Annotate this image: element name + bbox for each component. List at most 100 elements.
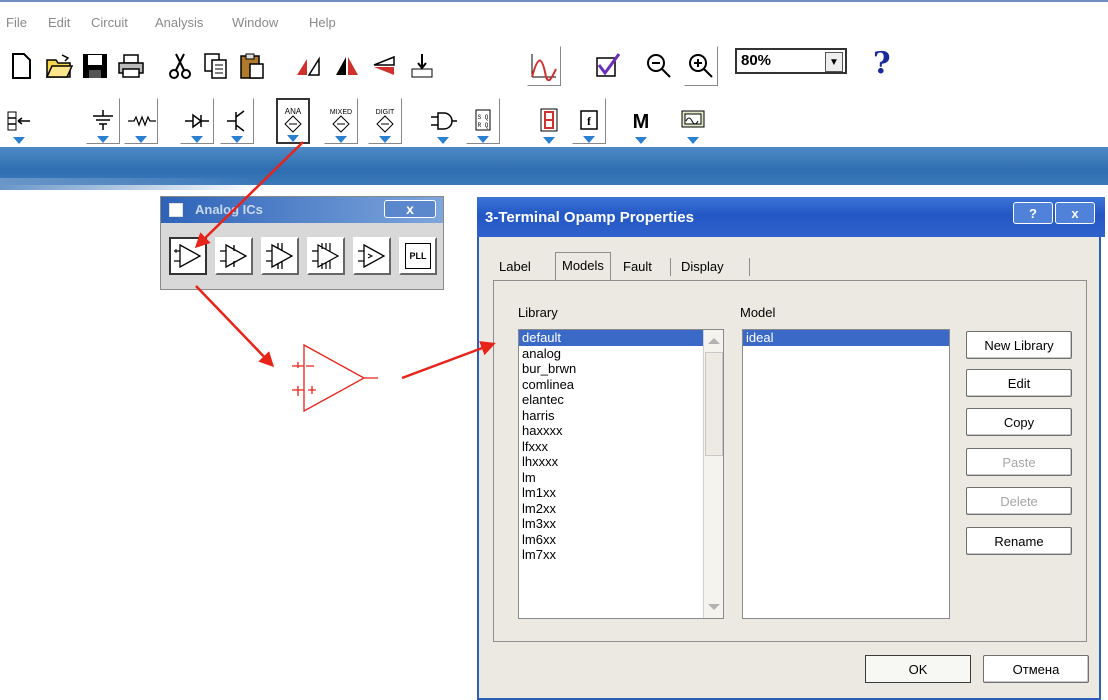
digital-icon[interactable]: S QR Q [466, 98, 500, 144]
opamp-5-terminal-icon[interactable] [215, 237, 253, 275]
main-toolbar [0, 46, 1108, 86]
help-icon[interactable]: ? [1013, 202, 1053, 224]
menu-analysis[interactable]: Analysis [155, 15, 203, 30]
indicators-icon[interactable] [532, 98, 566, 144]
controls-icon[interactable]: f [572, 98, 606, 144]
close-icon[interactable]: x [1055, 202, 1095, 224]
library-item[interactable]: elantec [519, 392, 723, 408]
menu-window[interactable]: Window [232, 15, 278, 30]
opamp-symbol [292, 343, 378, 413]
dialog-titlebar: 3-Terminal Opamp Properties ? x [477, 197, 1105, 237]
library-scrollbar[interactable] [703, 330, 723, 618]
logic-gates-icon[interactable] [426, 98, 460, 144]
library-item[interactable]: lm3xx [519, 516, 723, 532]
ok-button[interactable]: OK [865, 655, 971, 683]
save-icon[interactable] [78, 46, 112, 86]
library-item[interactable]: bur_brwn [519, 361, 723, 377]
transistors-icon[interactable] [220, 98, 254, 144]
scroll-down-icon[interactable] [708, 604, 720, 610]
instruments-icon[interactable] [676, 98, 710, 144]
zoom-value: 80% [741, 52, 772, 69]
new-library-button[interactable]: New Library [966, 331, 1072, 359]
tab-label[interactable]: Label [493, 254, 537, 280]
chevron-down-icon[interactable]: ▼ [825, 52, 843, 72]
cancel-button[interactable]: Отмена [983, 655, 1089, 683]
print-icon[interactable] [114, 46, 148, 86]
analog-ics-title: Analog ICs [195, 202, 263, 217]
help-button[interactable]: ? [873, 46, 891, 81]
graph-icon[interactable] [527, 46, 561, 86]
band-gradient [0, 178, 260, 190]
window-top-edge [0, 0, 1108, 2]
tab-display[interactable]: Display [675, 254, 730, 280]
tab-fault[interactable]: Fault [617, 254, 658, 280]
parts-toolbar: ANA MIXED DIGIT S QR Q f M [0, 98, 1108, 146]
library-item[interactable]: haxxxx [519, 423, 723, 439]
mixed-ics-icon[interactable]: MIXED [324, 98, 358, 144]
library-item[interactable]: default [519, 330, 703, 346]
scroll-thumb[interactable] [705, 352, 723, 456]
digital-ics-icon[interactable]: DIGIT [368, 98, 402, 144]
comparator-icon[interactable] [353, 237, 391, 275]
opamp-9-terminal-icon[interactable] [307, 237, 345, 275]
miscellaneous-icon[interactable]: M [624, 98, 658, 144]
paste-button[interactable]: Paste [966, 448, 1072, 476]
menu-circuit[interactable]: Circuit [91, 15, 128, 30]
arrow-to-opamp-symbol [195, 285, 275, 368]
zoom-select[interactable]: 80% ▼ [735, 48, 847, 74]
library-item[interactable]: lfxxx [519, 439, 723, 455]
rename-button[interactable]: Rename [966, 527, 1072, 555]
copy-button[interactable]: Copy [966, 408, 1072, 436]
delete-button[interactable]: Delete [966, 487, 1072, 515]
svg-text:S Q: S Q [478, 114, 489, 121]
library-item[interactable]: comlinea [519, 377, 723, 393]
library-item[interactable]: lm7xx [519, 547, 723, 563]
model-list: ideal [743, 330, 949, 346]
sources-icon[interactable] [86, 98, 120, 144]
model-label: Model [740, 305, 776, 320]
probe-icon[interactable] [2, 98, 36, 144]
zoom-out-icon[interactable] [642, 46, 676, 86]
tab-models[interactable]: Models [555, 252, 611, 280]
menu-help[interactable]: Help [309, 15, 336, 30]
opamp-3-terminal-icon[interactable] [169, 237, 207, 275]
diodes-icon[interactable] [180, 98, 214, 144]
library-list: default analog bur_brwn comlinea elantec harr… [519, 330, 723, 563]
zoom-in-icon[interactable] [684, 46, 718, 86]
component-properties-icon[interactable] [405, 46, 439, 86]
library-listbox[interactable]: default analog bur_brwn comlinea elantec harr… [518, 329, 724, 619]
cut-icon[interactable] [163, 46, 197, 86]
model-listbox[interactable]: ideal [742, 329, 950, 619]
library-item[interactable]: analog [519, 346, 723, 362]
opamp-properties-dialog: 3-Terminal Opamp Properties ? x Label Mo… [477, 197, 1105, 700]
tab-separator [749, 258, 750, 276]
rotate-icon[interactable] [291, 46, 325, 86]
pll-label: PLL [405, 243, 431, 269]
flip-horizontal-icon[interactable] [330, 46, 364, 86]
paste-icon[interactable] [235, 46, 269, 86]
menu-file[interactable]: File [6, 15, 27, 30]
open-folder-icon[interactable] [42, 46, 76, 86]
library-item[interactable]: lm6xx [519, 532, 723, 548]
library-label: Library [518, 305, 558, 320]
opamp-7-terminal-icon[interactable] [261, 237, 299, 275]
library-item[interactable]: lm [519, 470, 723, 486]
copy-icon[interactable] [199, 46, 233, 86]
new-file-icon[interactable] [4, 46, 38, 86]
svg-text:R Q: R Q [478, 122, 489, 129]
analog-ics-icon[interactable]: ANA [276, 98, 310, 144]
library-item[interactable]: lm1xx [519, 485, 723, 501]
close-icon[interactable]: x [384, 200, 436, 218]
basic-icon[interactable] [124, 98, 158, 144]
edit-button[interactable]: Edit [966, 369, 1072, 397]
library-item[interactable]: harris [519, 408, 723, 424]
digit-label: DIGIT [376, 109, 395, 116]
scroll-up-icon[interactable] [708, 338, 720, 344]
flip-vertical-icon[interactable] [366, 46, 400, 86]
pll-icon[interactable]: PLL [399, 237, 437, 275]
library-item[interactable]: lhxxxx [519, 454, 723, 470]
menu-edit[interactable]: Edit [48, 15, 70, 30]
check-icon[interactable] [590, 46, 624, 86]
library-item[interactable]: lm2xx [519, 501, 723, 517]
model-item[interactable]: ideal [743, 330, 949, 346]
